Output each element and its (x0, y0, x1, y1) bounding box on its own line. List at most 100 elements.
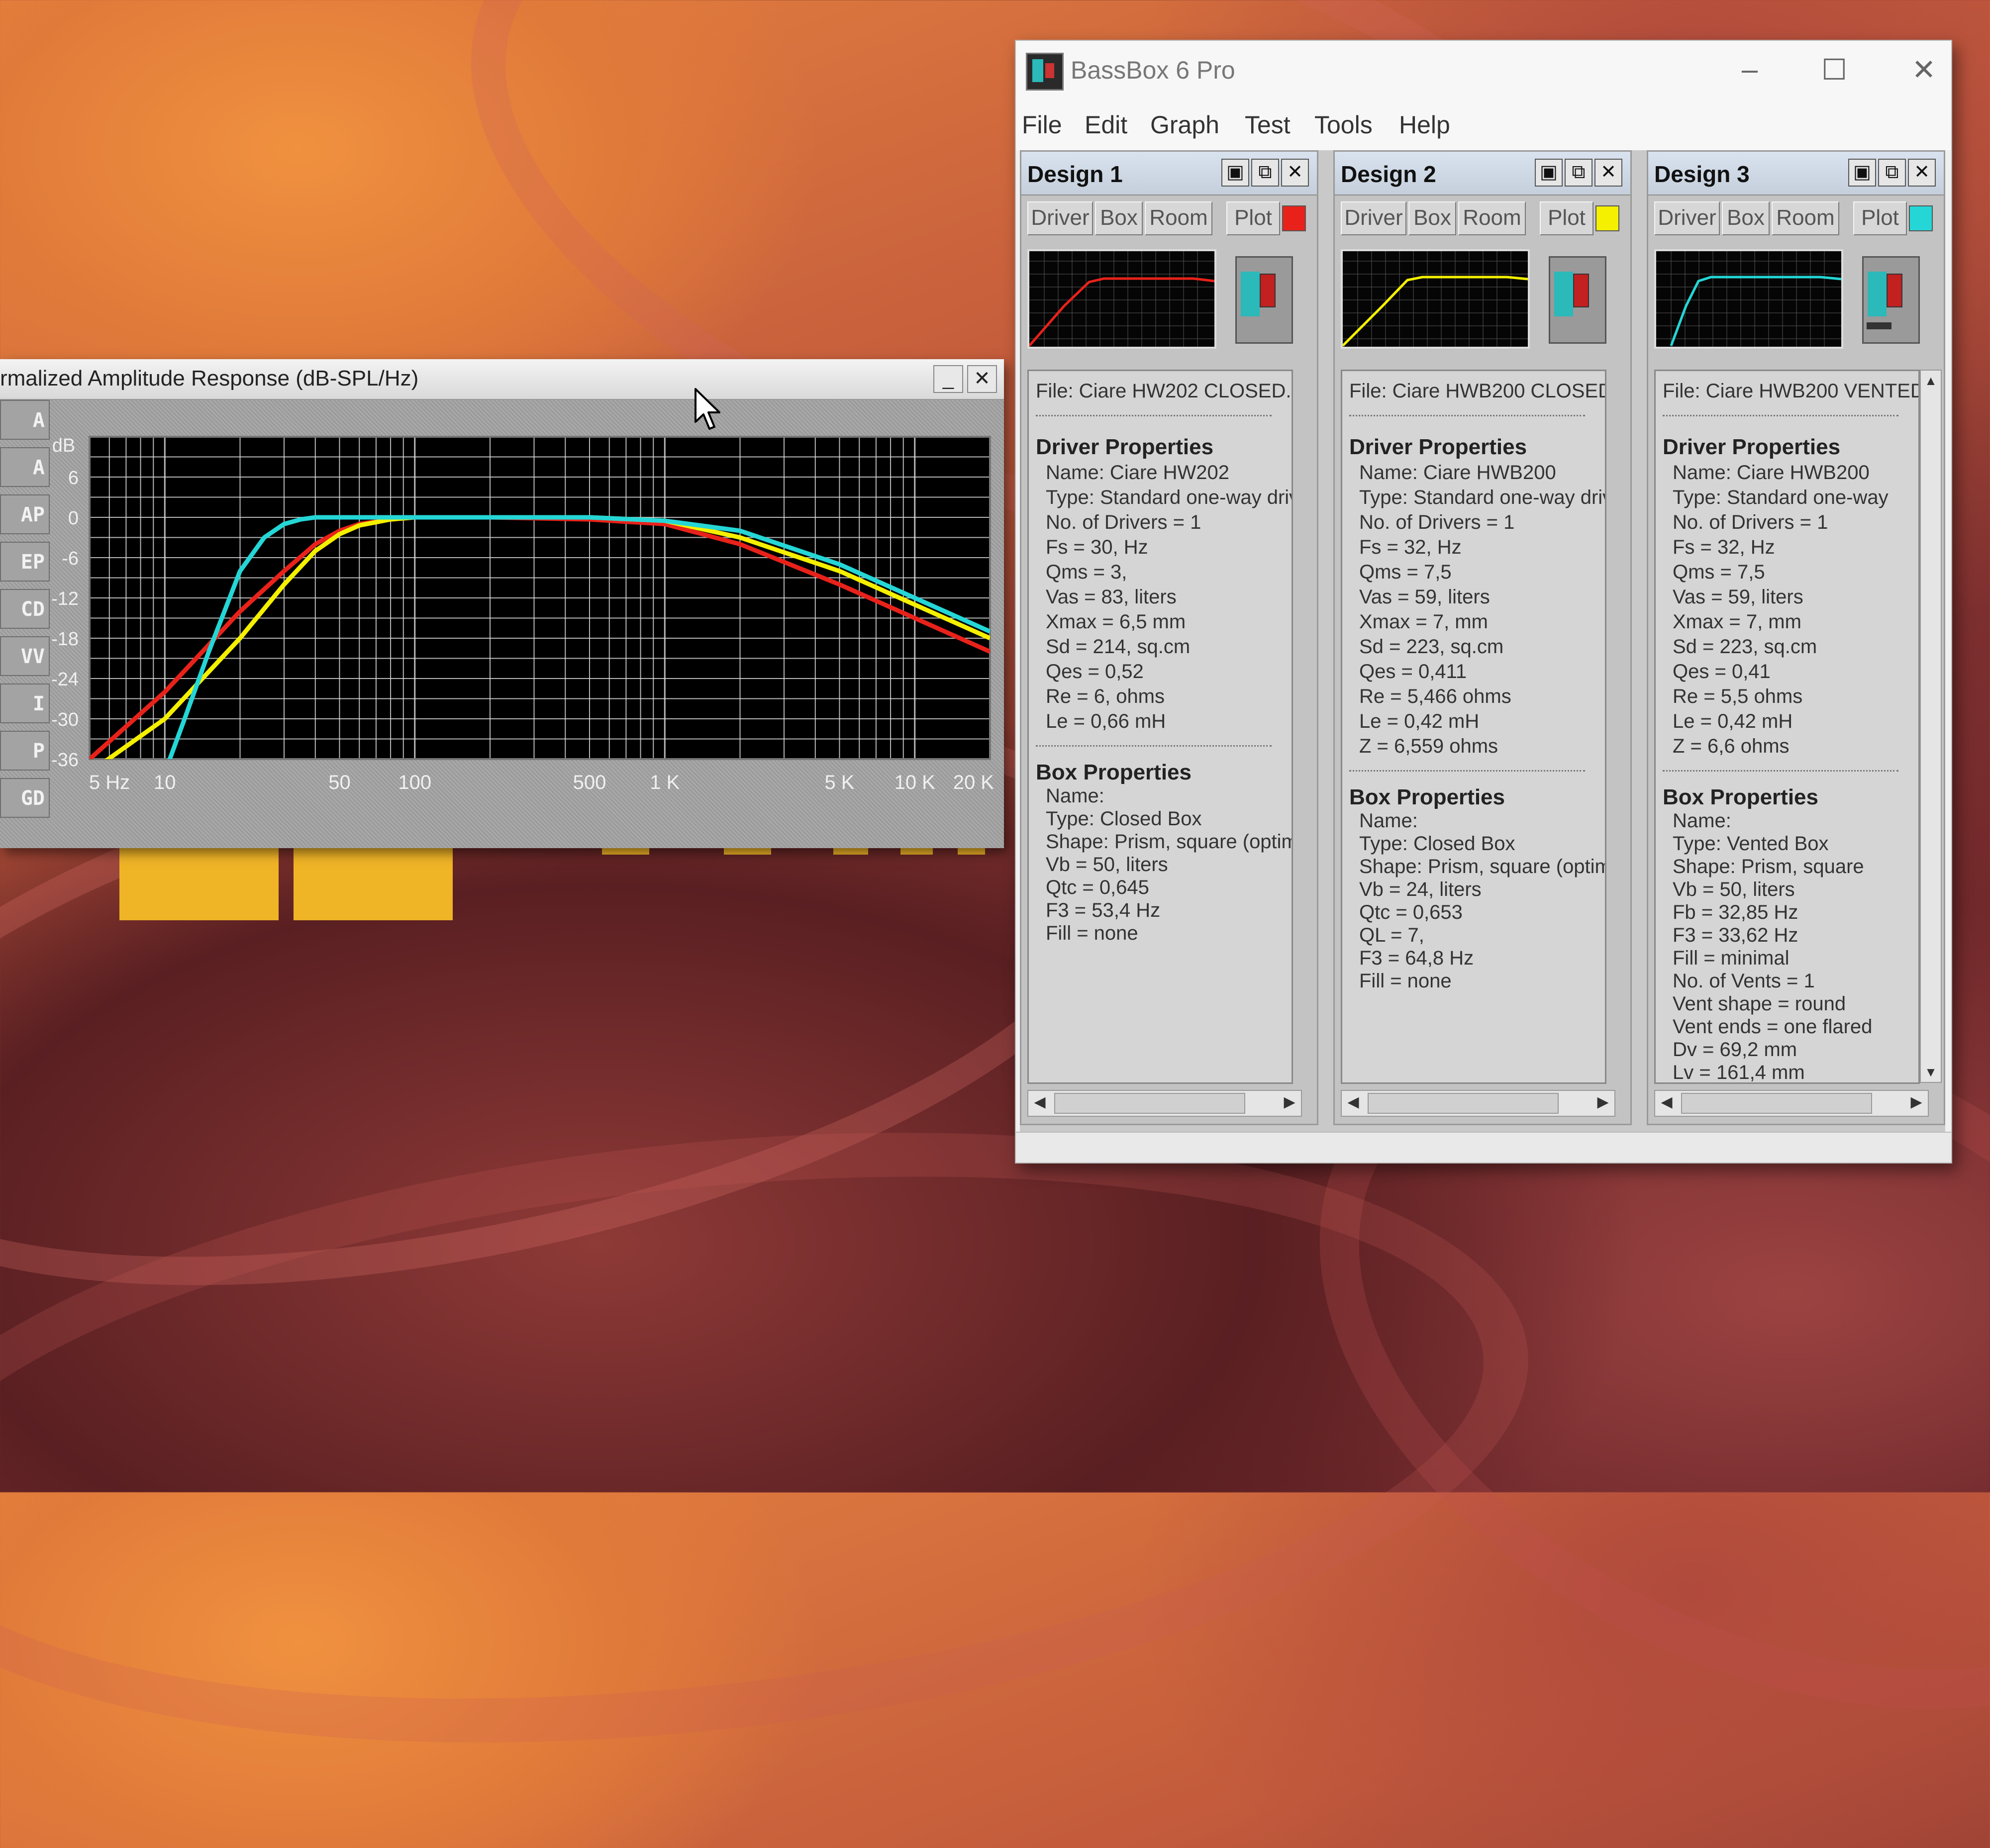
box-property: Lv = 161,4 mm (1673, 1062, 1805, 1083)
box-property: Vb = 50, liters (1673, 878, 1795, 900)
x-tick-label: 5 K (824, 772, 854, 793)
menu-test[interactable]: Test (1245, 110, 1291, 139)
x-tick-label: 50 (328, 772, 351, 793)
box-property: Qtc = 0,653 (1359, 901, 1463, 923)
tab-room[interactable]: Room (1458, 201, 1526, 235)
mouse-cursor-icon (695, 388, 720, 430)
maximize-icon[interactable]: ☐ (1812, 53, 1857, 87)
x-tick-label: 5 Hz (89, 772, 130, 793)
design-title: Design 3 (1654, 161, 1750, 187)
driver-property: No. of Drivers = 1 (1673, 511, 1828, 533)
tab-room[interactable]: Room (1145, 201, 1212, 235)
driver-property: Re = 5,5 ohms (1673, 685, 1803, 707)
tab-room[interactable]: Room (1772, 201, 1839, 235)
box-properties-header: Box Properties (1663, 785, 1818, 809)
scroll-left-icon[interactable]: ◀ (1028, 1091, 1051, 1114)
duplicate-icon[interactable]: ⧉ (1565, 159, 1592, 187)
box-property: Fb = 32,85 Hz (1673, 901, 1798, 923)
close-button[interactable]: ✕ (967, 365, 997, 393)
scroll-up-icon[interactable]: ▲ (1921, 371, 1941, 390)
divider (1349, 415, 1585, 416)
tab-driver[interactable]: Driver (1654, 201, 1720, 235)
driver-property: Le = 0,42 mH (1673, 710, 1793, 732)
minimize-button[interactable]: _ (933, 365, 963, 393)
vertical-scrollbar[interactable]: ▲ ▼ (1920, 370, 1942, 1083)
box-diagram-icon[interactable] (1549, 256, 1606, 344)
graph-titlebar[interactable]: rmalized Amplitude Response (dB-SPL/Hz) … (0, 359, 1004, 400)
horizontal-scrollbar[interactable]: ◀ ▶ (1654, 1090, 1929, 1117)
close-design-icon[interactable]: ✕ (1594, 159, 1622, 187)
tab-driver[interactable]: Driver (1027, 201, 1093, 235)
scroll-right-icon[interactable]: ▶ (1592, 1091, 1614, 1114)
driver-property: Fs = 32, Hz (1359, 536, 1462, 558)
menu-help[interactable]: Help (1399, 110, 1450, 139)
properties-panel[interactable]: File: Ciare HWB200 CLOSED.bb6 Driver Pro… (1341, 370, 1606, 1084)
menu-edit[interactable]: Edit (1085, 110, 1127, 139)
design-title: Design 1 (1027, 161, 1123, 187)
driver-property: Type: Standard one-way (1673, 486, 1889, 508)
menu-file[interactable]: File (1022, 110, 1062, 139)
mini-response-graph[interactable] (1341, 249, 1530, 349)
x-tick-label: 10 K (895, 772, 936, 793)
scroll-down-icon[interactable]: ▼ (1921, 1062, 1941, 1082)
menu-tools[interactable]: Tools (1314, 110, 1373, 139)
properties-panel[interactable]: File: Ciare HWB200 VENTED. Driver Proper… (1654, 370, 1920, 1084)
tab-box[interactable]: Box (1408, 201, 1456, 235)
menu-bar: File Edit Graph Test Tools Help (1016, 100, 1951, 150)
design-titlebar[interactable]: Design 1 ▣ ⧉ ✕ (1021, 152, 1317, 195)
y-tick-label: -30 (51, 709, 79, 730)
mini-response-graph[interactable] (1027, 249, 1216, 349)
close-design-icon[interactable]: ✕ (1908, 159, 1936, 187)
tab-box[interactable]: Box (1722, 201, 1770, 235)
save-icon[interactable]: ▣ (1848, 159, 1876, 187)
design-titlebar[interactable]: Design 3 ▣ ⧉ ✕ (1648, 152, 1944, 195)
design-title: Design 2 (1341, 161, 1436, 187)
menu-graph[interactable]: Graph (1150, 110, 1219, 139)
file-name: File: Ciare HWB200 CLOSED.bb6 (1349, 380, 1605, 402)
bassbox-window: BassBox 6 Pro – ☐ ✕ File Edit Graph Test… (1015, 40, 1952, 1164)
bassbox-titlebar[interactable]: BassBox 6 Pro – ☐ ✕ (1016, 41, 1951, 100)
plot-color-swatch[interactable] (1282, 205, 1306, 231)
minimize-icon[interactable]: – (1727, 53, 1772, 86)
driver-property: Xmax = 6,5 mm (1046, 611, 1186, 633)
save-icon[interactable]: ▣ (1535, 159, 1563, 187)
driver-property: Xmax = 7, mm (1673, 611, 1801, 633)
status-bar (1016, 1132, 1951, 1163)
tab-plot[interactable]: Plot (1853, 201, 1907, 235)
driver-property: Name: Ciare HWB200 (1673, 462, 1870, 484)
scroll-left-icon[interactable]: ◀ (1342, 1091, 1365, 1114)
box-diagram-icon[interactable] (1862, 256, 1920, 344)
scroll-right-icon[interactable]: ▶ (1905, 1091, 1928, 1114)
tab-plot[interactable]: Plot (1540, 201, 1593, 235)
box-diagram-icon[interactable] (1235, 256, 1293, 344)
tab-plot[interactable]: Plot (1226, 201, 1280, 235)
duplicate-icon[interactable]: ⧉ (1878, 159, 1906, 187)
horizontal-scrollbar[interactable]: ◀ ▶ (1341, 1090, 1615, 1117)
plot-color-swatch[interactable] (1595, 205, 1619, 231)
properties-panel[interactable]: File: Ciare HW202 CLOSED.bb6 Driver Prop… (1027, 370, 1293, 1084)
box-property: F3 = 33,62 Hz (1673, 924, 1798, 946)
driver-property: Fs = 32, Hz (1673, 536, 1775, 558)
scroll-left-icon[interactable]: ◀ (1655, 1091, 1678, 1114)
bassbox-app-icon (1026, 53, 1064, 91)
design-titlebar[interactable]: Design 2 ▣ ⧉ ✕ (1335, 152, 1630, 195)
scroll-right-icon[interactable]: ▶ (1278, 1091, 1301, 1114)
tab-driver[interactable]: Driver (1341, 201, 1406, 235)
mini-response-graph[interactable] (1654, 249, 1843, 349)
tab-box[interactable]: Box (1095, 201, 1143, 235)
y-tick-label: -36 (51, 750, 79, 771)
driver-property: Re = 6, ohms (1046, 685, 1165, 707)
x-tick-label: 500 (573, 772, 606, 793)
box-property: Vb = 50, liters (1046, 854, 1168, 875)
design-tabs: Driver Box Room Plot (1341, 201, 1624, 236)
scroll-thumb[interactable] (1054, 1093, 1245, 1114)
driver-property: Qes = 0,52 (1046, 661, 1144, 682)
plot-color-swatch[interactable] (1909, 205, 1933, 231)
scroll-thumb[interactable] (1368, 1093, 1559, 1114)
duplicate-icon[interactable]: ⧉ (1251, 159, 1279, 187)
horizontal-scrollbar[interactable]: ◀ ▶ (1027, 1090, 1302, 1117)
close-icon[interactable]: ✕ (1901, 53, 1946, 87)
close-design-icon[interactable]: ✕ (1281, 159, 1309, 187)
scroll-thumb[interactable] (1681, 1093, 1872, 1114)
save-icon[interactable]: ▣ (1221, 159, 1249, 187)
